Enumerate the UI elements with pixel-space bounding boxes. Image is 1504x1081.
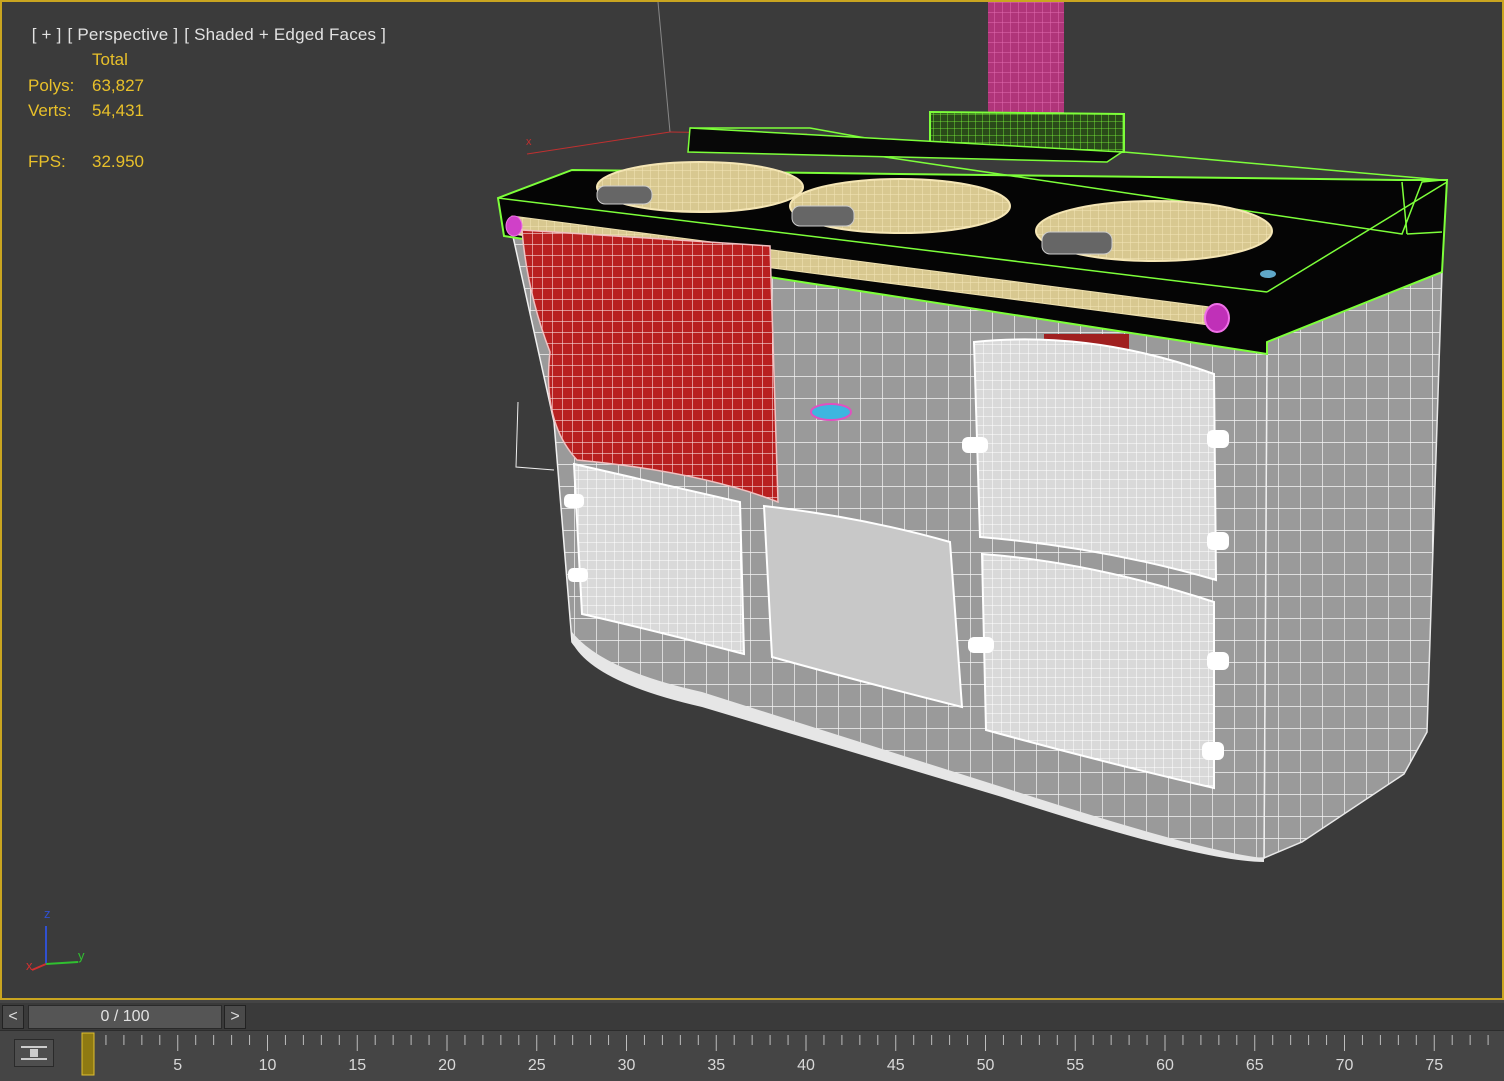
time-slider-thumb[interactable]: 0 / 100 bbox=[28, 1005, 222, 1029]
ruler-tick-label: 15 bbox=[348, 1057, 366, 1074]
ruler-tick-label: 40 bbox=[797, 1057, 815, 1074]
next-frame-button[interactable]: > bbox=[224, 1005, 246, 1029]
ruler-tick-label: 50 bbox=[977, 1057, 995, 1074]
frame-ruler[interactable]: 5 10 15 20 25 30 35 40 45 50 55 60 65 70 75 bbox=[0, 1031, 1504, 1081]
chevron-left-icon: < bbox=[8, 1008, 18, 1025]
ruler-tick-label: 65 bbox=[1246, 1057, 1264, 1074]
perspective-viewport[interactable]: [ + ][ Perspective ][ Shaded + Edged Fac… bbox=[0, 0, 1504, 1000]
axis-z-label: z bbox=[44, 906, 51, 921]
ruler-tick-label: 10 bbox=[259, 1057, 277, 1074]
ruler-tick-label: 45 bbox=[887, 1057, 905, 1074]
ruler-tick-label: 30 bbox=[618, 1057, 636, 1074]
ruler-tick-label: 25 bbox=[528, 1057, 546, 1074]
track-bar[interactable]: 5 10 15 20 25 30 35 40 45 50 55 60 65 70 75 bbox=[0, 1030, 1504, 1081]
ruler-tick-label: 5 bbox=[173, 1057, 182, 1074]
current-frame-marker[interactable] bbox=[81, 1032, 95, 1076]
axis-x-label: x bbox=[26, 958, 33, 973]
svg-text:x: x bbox=[526, 136, 532, 148]
hotplate-lid-middle[interactable] bbox=[789, 178, 1011, 234]
ruler-tick-label: 55 bbox=[1066, 1057, 1084, 1074]
hotplate-lid-right[interactable] bbox=[1035, 200, 1273, 262]
ruler-tick-label: 60 bbox=[1156, 1057, 1174, 1074]
axis-tripod-icon: z y x bbox=[26, 906, 85, 973]
time-slider[interactable]: < 0 / 100 > bbox=[0, 1003, 1504, 1030]
ruler-tick-label: 70 bbox=[1336, 1057, 1354, 1074]
ruler-tick-label: 20 bbox=[438, 1057, 456, 1074]
time-slider-bar: < 0 / 100 > 5 10 15 20 25 30 35 40 45 50 55 60 65 70 7… bbox=[0, 1000, 1504, 1081]
ruler-tick-label: 75 bbox=[1425, 1057, 1443, 1074]
axis-y-label: y bbox=[78, 948, 85, 963]
prev-frame-button[interactable]: < bbox=[2, 1005, 24, 1029]
ruler-tick-label: 35 bbox=[707, 1057, 725, 1074]
range-cooker-model[interactable]: x bbox=[2, 2, 1502, 998]
chevron-right-icon: > bbox=[230, 1008, 240, 1025]
flue-pipe[interactable] bbox=[988, 2, 1064, 120]
hotplate-lid-left[interactable] bbox=[596, 161, 804, 213]
